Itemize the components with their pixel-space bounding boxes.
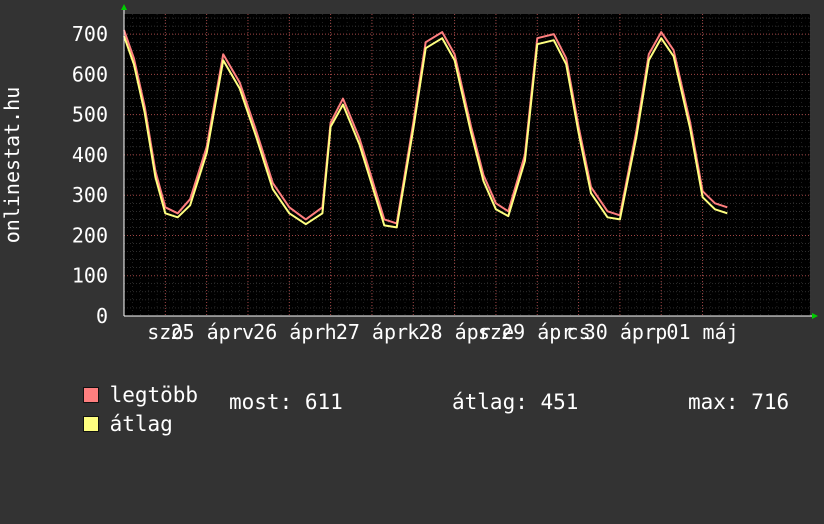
y-tick-label: 100: [72, 264, 108, 288]
x-tick-label: 30 ápr: [584, 320, 656, 344]
y-tick-label: 300: [72, 183, 108, 207]
y-axis-arrow: [121, 4, 127, 10]
y-tick-label: 600: [72, 62, 108, 86]
x-tick-label: 01 máj: [666, 320, 738, 344]
stat-max: max: 716: [688, 390, 790, 414]
x-tick-label: 25 ápr: [171, 320, 243, 344]
y-tick-label: 0: [96, 304, 108, 328]
y-tick-labels: 0 100 200 300 400 500 600 700: [72, 22, 108, 328]
x-tick-label: 26 ápr: [253, 320, 325, 344]
legend-item-max: legtöbb: [32, 362, 198, 406]
y-tick-label: 200: [72, 223, 108, 247]
line-chart: 0 100 200 300 400 500 600 700 szo25 ápr v 26 ápr h…: [0, 4, 818, 344]
y-tick-label: 400: [72, 143, 108, 167]
x-axis-arrow: [812, 313, 818, 319]
x-tick-label: 29 ápr: [501, 320, 573, 344]
x-tick-labels: szo25 ápr v 26 ápr h 27 ápr k 28 áprsze29 áprc…: [147, 320, 738, 344]
stat-average: átlag: 451: [452, 390, 579, 414]
legend-item-avg: átlag most: 611 átlag: 451 max: 716: [32, 390, 822, 435]
chart-page: 0 100 200 300 400 500 600 700 szo 25 ápr v 26 ápr h…: [0, 0, 824, 435]
y-tick-label: 700: [72, 22, 108, 46]
y-tick-label: 500: [72, 103, 108, 127]
stat-current: most: 611: [229, 390, 343, 414]
x-tick-label: 27 ápr: [336, 320, 408, 344]
legend-label-avg: átlag: [109, 412, 173, 436]
y-axis-label: onlinestat.hu: [0, 87, 24, 244]
